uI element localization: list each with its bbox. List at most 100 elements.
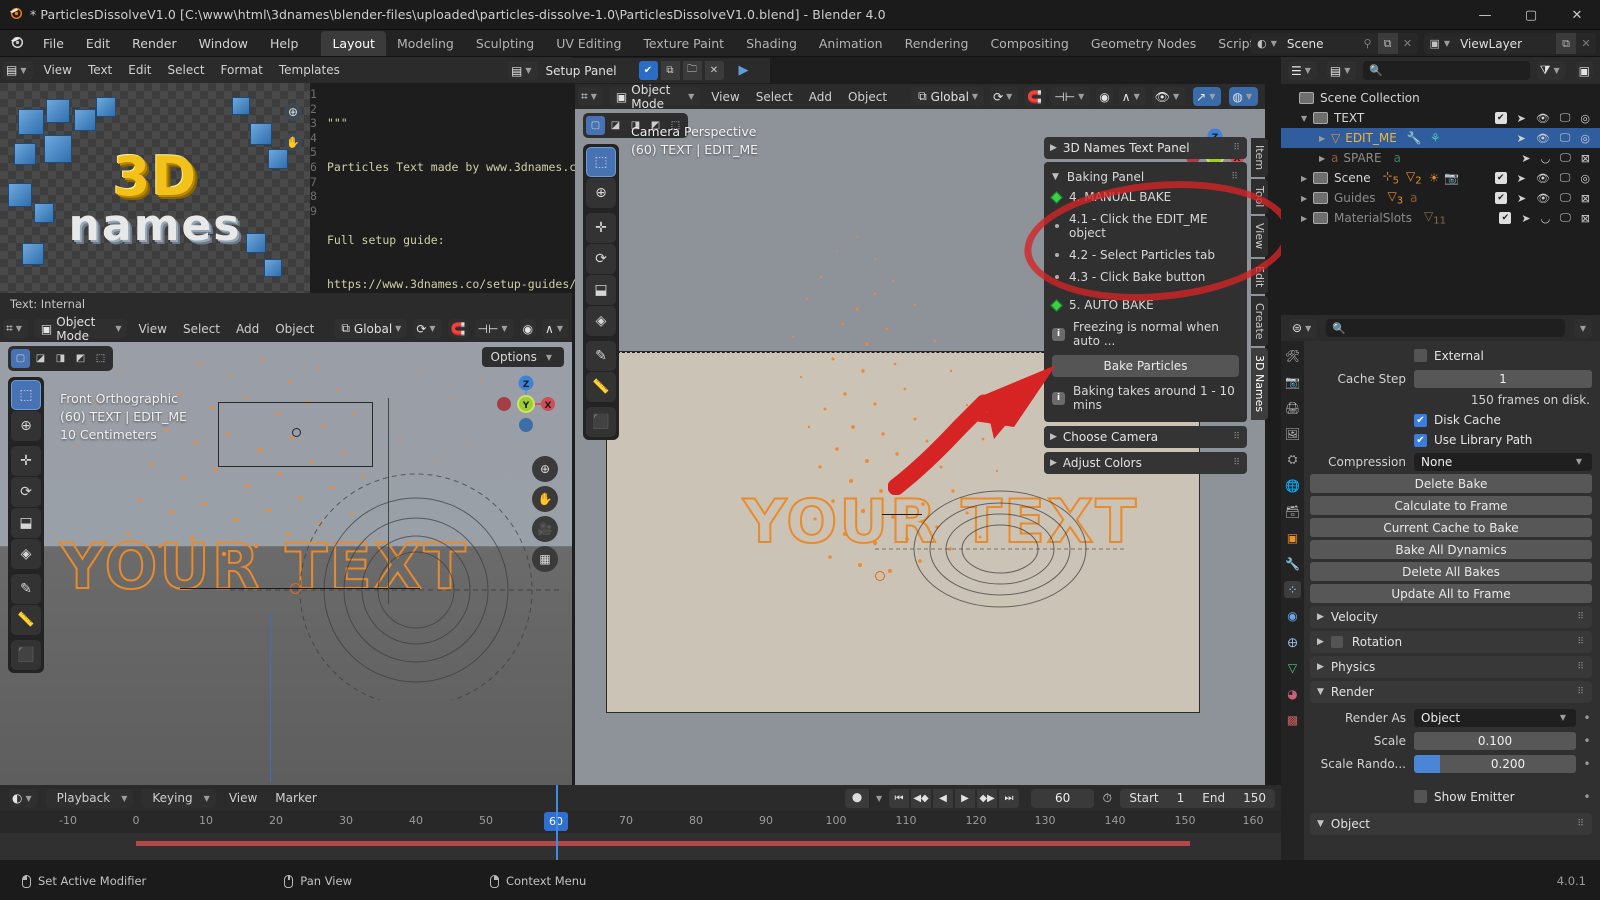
viewport-options-button[interactable]: Options ▼ bbox=[481, 347, 564, 367]
snapping-pivot-dropdown[interactable]: ⟳ ▼ bbox=[413, 319, 442, 338]
properties-tab-scene[interactable]: ⛭ bbox=[1284, 451, 1301, 468]
pan-gizmo-icon[interactable]: ✋ bbox=[282, 131, 304, 156]
viewport-menu-view[interactable]: View bbox=[703, 87, 747, 107]
camera-view-icon[interactable]: 🎥 bbox=[532, 516, 558, 542]
viewport-menu-select[interactable]: Select bbox=[175, 319, 228, 339]
timeline-ruler[interactable]: -10 0 10 20 30 40 50 60 70 80 90 100 110… bbox=[0, 811, 1281, 833]
properties-tab-constraint[interactable]: 🜨 bbox=[1284, 633, 1301, 650]
chevron-down-icon[interactable]: ▼ bbox=[1341, 66, 1353, 75]
sidebar-tab-3dnames[interactable]: 3D Names bbox=[1251, 348, 1268, 420]
tool-select-box[interactable]: ⬚ bbox=[11, 380, 41, 410]
compression-dropdown[interactable]: None ▼ bbox=[1414, 452, 1592, 471]
editor-type-selector[interactable]: ◐ ▼ bbox=[9, 788, 38, 808]
cursor-icon[interactable]: ➤ bbox=[1517, 192, 1526, 205]
properties-tab-data[interactable]: ▽ bbox=[1284, 659, 1301, 676]
proportional-edit-button[interactable]: ◉ bbox=[1096, 87, 1113, 106]
drag-grip-icon[interactable]: ⠿ bbox=[1577, 662, 1585, 672]
snap-magnet-button[interactable]: 🧲 bbox=[447, 319, 469, 338]
scene-name[interactable]: Scene bbox=[1281, 37, 1358, 51]
drag-grip-icon[interactable]: ⠿ bbox=[1577, 637, 1585, 647]
viewport-menu-object[interactable]: Object bbox=[840, 87, 895, 107]
delete-scene-icon[interactable]: ✕ bbox=[1398, 33, 1418, 54]
tool-move[interactable]: ✛ bbox=[11, 446, 41, 476]
zoom-gizmo-icon[interactable]: ⊕ bbox=[282, 101, 304, 126]
eye-icon[interactable]: 👁 bbox=[1536, 112, 1550, 125]
disclosure-triangle[interactable]: ▶ bbox=[1301, 174, 1313, 183]
select-extend-mode-icon[interactable]: ◪ bbox=[31, 349, 50, 368]
playback-dropdown[interactable]: Playback ▼ bbox=[45, 788, 134, 808]
chevron-down-icon[interactable]: ▼ bbox=[1577, 324, 1589, 333]
maximize-button[interactable]: ▢ bbox=[1508, 0, 1554, 30]
tool-move[interactable]: ✛ bbox=[586, 213, 616, 243]
monitor-icon[interactable]: 🖵 bbox=[1560, 151, 1571, 165]
panel-header-adjust-colors[interactable]: ▶ Adjust Colors ⠿ bbox=[1044, 452, 1247, 474]
transform-orientation-dropdown[interactable]: ⧉ Global ▼ bbox=[334, 319, 408, 338]
viewport-menu-object[interactable]: Object bbox=[267, 319, 322, 339]
tab-shading[interactable]: Shading bbox=[735, 31, 808, 56]
chevron-down-icon[interactable]: ▼ bbox=[522, 66, 534, 75]
tool-measure[interactable]: 📏 bbox=[11, 605, 41, 635]
camera-icon[interactable]: ◎ bbox=[1580, 172, 1590, 185]
delete-all-bakes-button[interactable]: Delete All Bakes bbox=[1310, 562, 1592, 581]
properties-tab-texture[interactable]: ▩ bbox=[1284, 711, 1301, 728]
viewport-menu-add[interactable]: Add bbox=[228, 319, 267, 339]
drag-grip-icon[interactable]: ⠿ bbox=[1577, 612, 1585, 622]
checkbox-icon[interactable]: ✔ bbox=[1494, 112, 1507, 124]
tab-layout[interactable]: Layout bbox=[321, 30, 386, 56]
chevron-down-icon[interactable]: ▼ bbox=[392, 324, 404, 333]
panel-header-text-panel[interactable]: ▶ 3D Names Text Panel ⠿ bbox=[1044, 137, 1247, 159]
viewlayer-selector[interactable]: ▣ ▼ ViewLayer ⧉ ✕ bbox=[1423, 33, 1596, 54]
disclosure-triangle[interactable]: ▶ bbox=[1301, 214, 1313, 223]
section-physics[interactable]: ▶ Physics ⠿ bbox=[1310, 656, 1592, 678]
chevron-down-icon[interactable]: ▼ bbox=[543, 353, 555, 362]
viewport-menu-add[interactable]: Add bbox=[801, 87, 840, 107]
monitor-icon[interactable]: 🖵 bbox=[1560, 211, 1571, 225]
chevron-down-icon[interactable]: ▼ bbox=[498, 324, 510, 333]
cursor-icon[interactable]: ➤ bbox=[1517, 132, 1526, 145]
tool-transform[interactable]: ◈ bbox=[586, 306, 616, 336]
disclosure-triangle[interactable]: ▶ bbox=[1319, 134, 1331, 143]
scale-field[interactable]: 0.100 bbox=[1414, 731, 1576, 750]
chevron-down-icon[interactable]: ▼ bbox=[1003, 92, 1015, 101]
delete-viewlayer-icon[interactable]: ✕ bbox=[1576, 33, 1596, 54]
editor-type-selector[interactable]: ⌗ ▼ bbox=[578, 87, 603, 106]
pan-hand-icon[interactable]: ✋ bbox=[532, 486, 558, 512]
drag-grip-icon[interactable]: ⠿ bbox=[1577, 819, 1585, 829]
keying-dropdown[interactable]: Keying ▼ bbox=[141, 788, 216, 808]
cursor-icon[interactable]: ➤ bbox=[1521, 152, 1530, 165]
chevron-down-icon[interactable]: ▼ bbox=[1075, 92, 1087, 101]
eye-icon[interactable]: 👁 bbox=[1536, 172, 1550, 185]
new-text-icon[interactable]: ⧉ bbox=[660, 61, 680, 80]
disk-cache-checkbox[interactable]: ✔ bbox=[1414, 413, 1427, 427]
library-path-checkbox[interactable]: ✔ bbox=[1414, 433, 1427, 447]
tab-uv-editing[interactable]: UV Editing bbox=[545, 31, 632, 56]
jump-to-end-button[interactable]: ⏭ bbox=[999, 788, 1020, 808]
chevron-down-icon[interactable]: ▼ bbox=[1170, 92, 1182, 101]
select-box-mode-icon[interactable]: ▢ bbox=[11, 349, 30, 368]
properties-tab-output[interactable]: 🖨 bbox=[1284, 399, 1301, 416]
code-lines[interactable]: """ Particles Text made by www.3dnames.c… bbox=[321, 83, 583, 451]
gizmo-toggle[interactable]: ↗ ▼ bbox=[1193, 87, 1222, 106]
animate-property-dot[interactable]: • bbox=[1582, 711, 1592, 725]
chevron-down-icon[interactable]: ▼ bbox=[1271, 39, 1281, 48]
tool-scale[interactable]: ⬓ bbox=[586, 275, 616, 305]
chevron-down-icon[interactable]: ▼ bbox=[871, 794, 887, 803]
sidebar-tab-edit[interactable]: Edit bbox=[1251, 258, 1268, 294]
transform-orientation-dropdown[interactable]: ⧉ Global ▼ bbox=[911, 87, 985, 106]
text-menu-text[interactable]: Text bbox=[80, 60, 120, 80]
menu-render[interactable]: Render bbox=[121, 32, 188, 55]
rotation-checkbox[interactable] bbox=[1330, 636, 1343, 648]
chevron-down-icon[interactable]: ▼ bbox=[1317, 687, 1324, 697]
auto-keying-toggle[interactable]: ⬤ bbox=[845, 788, 870, 808]
chevron-down-icon[interactable]: ▼ bbox=[1573, 457, 1585, 466]
chevron-right-icon[interactable]: ▶ bbox=[1050, 458, 1057, 468]
properties-tab-render[interactable]: 📷 bbox=[1284, 373, 1301, 390]
camera-off-icon[interactable]: ⊠ bbox=[1581, 212, 1590, 225]
menu-window[interactable]: Window bbox=[188, 32, 259, 55]
drag-grip-icon[interactable]: ⠿ bbox=[1233, 143, 1241, 153]
text-menu-select[interactable]: Select bbox=[160, 60, 213, 80]
tab-geometry-nodes[interactable]: Geometry Nodes bbox=[1080, 31, 1207, 56]
pin-icon[interactable]: ⚲ bbox=[1358, 33, 1378, 54]
minimize-button[interactable]: — bbox=[1462, 0, 1508, 30]
properties-search-input[interactable]: 🔍 bbox=[1326, 319, 1565, 337]
